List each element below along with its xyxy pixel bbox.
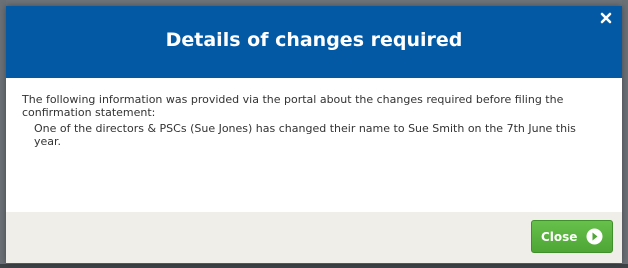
backdrop-edge	[622, 0, 628, 268]
dialog-body: The following information was provided v…	[6, 78, 622, 212]
close-icon[interactable]	[599, 11, 613, 25]
changes-required-dialog: Details of changes required The followin…	[6, 6, 622, 263]
arrow-right-circle-icon	[586, 228, 603, 245]
dialog-title: Details of changes required	[165, 29, 463, 51]
dialog-header: Details of changes required	[6, 6, 622, 78]
dialog-footer: Close	[6, 212, 622, 263]
backdrop-edge	[0, 264, 628, 268]
close-button-label: Close	[541, 230, 578, 244]
change-detail-text: One of the directors & PSCs (Sue Jones) …	[34, 122, 576, 148]
close-button[interactable]: Close	[531, 220, 613, 253]
intro-text: The following information was provided v…	[22, 93, 564, 119]
